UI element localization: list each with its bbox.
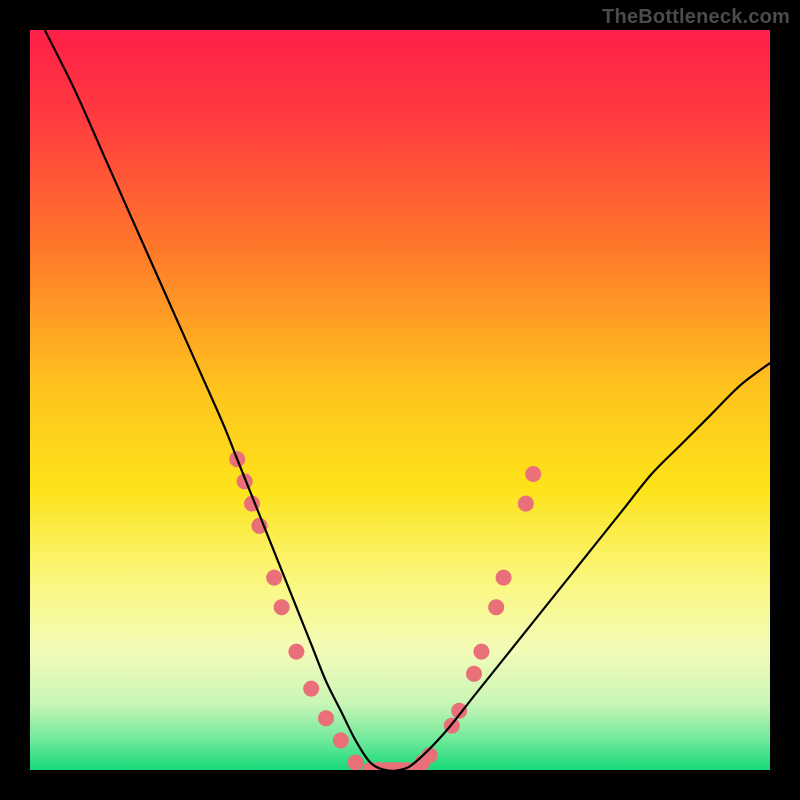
plot-area [30,30,770,770]
sample-dot [466,666,482,682]
sample-dot [488,599,504,615]
chart-frame: TheBottleneck.com [0,0,800,800]
sample-dot [274,599,290,615]
sample-dot [303,681,319,697]
sample-dot [525,466,541,482]
sample-dot [333,732,349,748]
chart-svg [30,30,770,770]
sample-dot [318,710,334,726]
sample-dot [496,570,512,586]
sample-dot [266,570,282,586]
watermark-text: TheBottleneck.com [602,6,790,29]
sample-dot [518,496,534,512]
sample-dot [288,644,304,660]
sample-dot [473,644,489,660]
sample-dot [348,755,364,770]
gradient-rect [30,30,770,770]
